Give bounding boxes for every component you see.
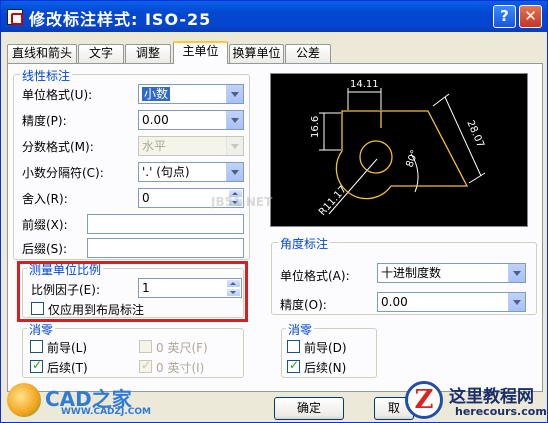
- tab-tolerances[interactable]: 公差: [285, 44, 331, 63]
- round-off-label: 舍入(R):: [22, 192, 68, 206]
- ok-button[interactable]: 确定: [274, 397, 344, 420]
- prefix-input[interactable]: [87, 214, 244, 234]
- part-outline: [335, 110, 469, 200]
- dim-slant-label: 28.07: [464, 119, 486, 150]
- inches-checkbox: [139, 358, 152, 373]
- scale-factor-label: 比例因子(E):: [31, 283, 100, 297]
- scale-factor-value: 1: [142, 281, 150, 295]
- tab-primary-units[interactable]: 主单位: [173, 41, 228, 64]
- dim-left-label: 16.6: [310, 116, 321, 138]
- spin-up-icon[interactable]: [226, 279, 241, 288]
- chevron-down-icon[interactable]: [508, 264, 525, 282]
- unit-format-select[interactable]: 小数: [138, 84, 244, 104]
- angular-leading-label: 前导(D): [304, 341, 347, 355]
- help-button[interactable]: ?: [493, 5, 516, 28]
- prefix-label: 前缀(X):: [22, 218, 68, 232]
- round-off-value: 0: [142, 191, 150, 205]
- tab-lines-arrows[interactable]: 直线和箭头: [7, 44, 77, 63]
- layout-only-checkbox[interactable]: [31, 302, 44, 315]
- fraction-format-select: 水平: [138, 136, 244, 156]
- group-title: 线性标注: [20, 67, 73, 84]
- precision-label: 精度(P):: [22, 114, 67, 128]
- group-title: 消零: [27, 321, 56, 338]
- scale-factor-input[interactable]: 1: [138, 278, 242, 298]
- angular-unit-format-label: 单位格式(A):: [280, 269, 350, 283]
- angular-trailing-checkbox[interactable]: [287, 358, 300, 373]
- dim-top-label: 14.11: [350, 79, 379, 90]
- angular-unit-format-select[interactable]: 十进制度数: [377, 263, 526, 283]
- chevron-down-icon: [226, 137, 243, 155]
- chevron-down-icon[interactable]: [226, 163, 243, 181]
- unit-format-label: 单位格式(U):: [22, 88, 93, 102]
- title-bar[interactable]: 修改标注样式: ISO-25 ? ✕: [1, 1, 547, 32]
- dimension-preview: 14.11 16.6 28.07 80° R11.17: [270, 73, 528, 227]
- decimal-separator-value: '.' (句点): [142, 165, 190, 179]
- tab-alternate-units[interactable]: 换算单位: [229, 44, 284, 63]
- spin-down-icon[interactable]: [226, 288, 241, 297]
- site-name-en: herecours.com: [455, 405, 547, 418]
- site-name-cn: 这里教程网: [449, 387, 534, 407]
- group-title: 测量单位比例: [27, 261, 104, 278]
- fraction-format-label: 分数格式(M):: [22, 140, 94, 154]
- radius-label: R11.17: [317, 184, 349, 218]
- cad-logo-icon: [7, 383, 41, 417]
- layout-only-label: 仅应用到布局标注: [48, 303, 145, 317]
- feet-checkbox: [139, 340, 152, 353]
- angular-trailing-label: 后续(N): [304, 361, 347, 375]
- precision-select[interactable]: 0.00: [138, 110, 244, 130]
- angle-label: 80°: [404, 149, 420, 169]
- center-watermark: JB51.NET: [211, 195, 273, 209]
- dialog-window: 修改标注样式: ISO-25 ? ✕ 直线和箭头 文字 调整 主单位 换算单位 …: [0, 0, 548, 423]
- inches-label: 0 英寸(I): [156, 361, 205, 375]
- linear-trailing-checkbox[interactable]: [30, 358, 43, 373]
- chevron-down-icon[interactable]: [226, 111, 243, 129]
- scale-factor-spinner[interactable]: [226, 279, 241, 297]
- precision-value: 0.00: [142, 113, 169, 127]
- chevron-down-icon[interactable]: [226, 85, 243, 103]
- angular-precision-select[interactable]: 0.00: [377, 292, 526, 312]
- tab-text[interactable]: 文字: [78, 44, 124, 63]
- angular-precision-label: 精度(O):: [280, 298, 327, 312]
- angular-precision-value: 0.00: [381, 295, 408, 309]
- group-title: 消零: [286, 321, 315, 338]
- linear-leading-checkbox[interactable]: [30, 340, 43, 353]
- tab-fit[interactable]: 调整: [125, 44, 171, 63]
- chevron-down-icon[interactable]: [508, 293, 525, 311]
- preview-drawing: 14.11 16.6 28.07 80° R11.17: [310, 79, 486, 218]
- close-button[interactable]: ✕: [519, 5, 542, 28]
- angular-unit-format-value: 十进制度数: [381, 266, 442, 280]
- site-logo-icon: Z: [405, 381, 443, 419]
- linear-trailing-label: 后续(T): [47, 361, 88, 375]
- decimal-separator-select[interactable]: '.' (句点): [138, 162, 244, 182]
- decimal-separator-label: 小数分隔符(C):: [22, 166, 104, 180]
- app-icon: [7, 9, 23, 25]
- suffix-input[interactable]: [87, 238, 244, 258]
- suffix-label: 后缀(S):: [22, 242, 68, 256]
- feet-label: 0 英尺(F): [156, 341, 208, 355]
- group-title: 角度标注: [278, 235, 331, 252]
- window-title: 修改标注样式: ISO-25: [29, 10, 212, 29]
- unit-format-value: 小数: [142, 87, 171, 101]
- fraction-format-value: 水平: [142, 139, 167, 153]
- cad-url-text: WWW.CADZJ.COM: [61, 407, 152, 417]
- linear-leading-label: 前导(L): [47, 341, 88, 355]
- angular-leading-checkbox[interactable]: [287, 340, 300, 353]
